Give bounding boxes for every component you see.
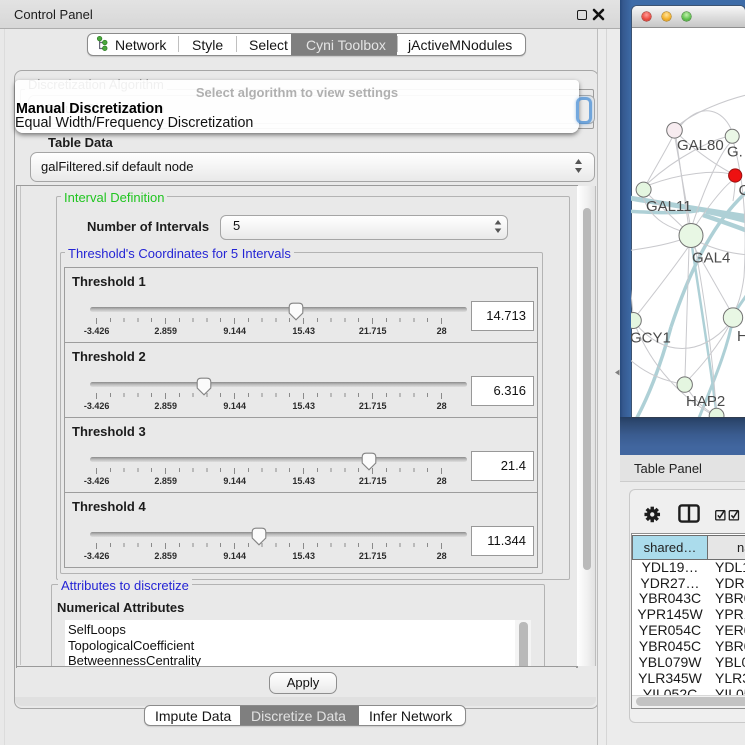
svg-text:C: C bbox=[739, 182, 745, 199]
svg-text:GAL80: GAL80 bbox=[677, 137, 724, 154]
svg-text:GCY1: GCY1 bbox=[631, 330, 671, 347]
svg-text:G.: G. bbox=[727, 144, 743, 161]
svg-text:GAL4: GAL4 bbox=[692, 250, 730, 267]
svg-text:HAP2: HAP2 bbox=[686, 393, 725, 410]
svg-text:GAL11: GAL11 bbox=[646, 198, 692, 215]
svg-text:H: H bbox=[737, 328, 745, 345]
